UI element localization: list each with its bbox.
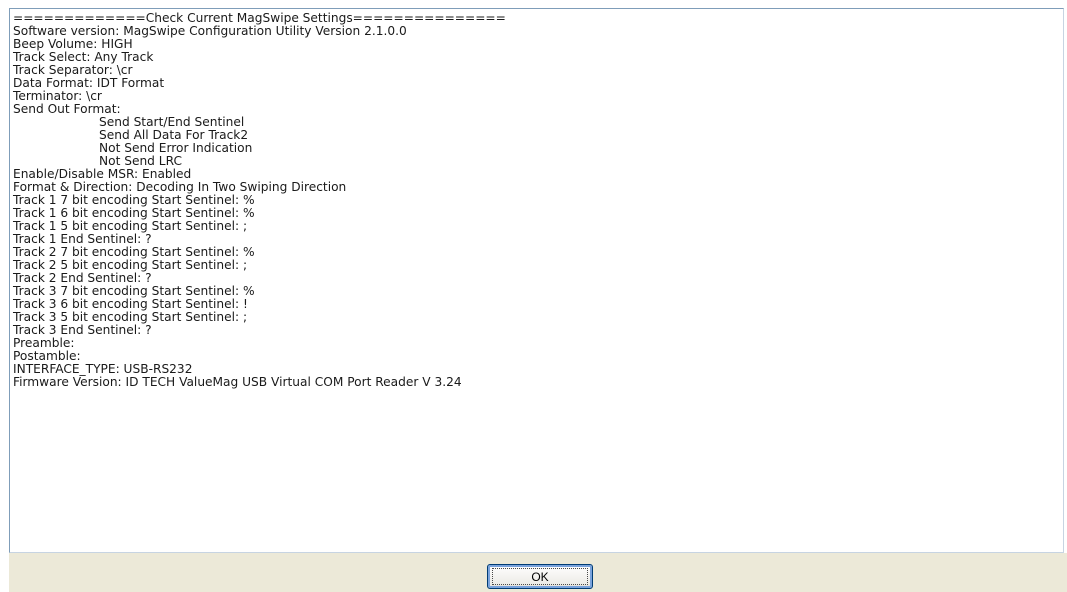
output-line: Firmware Version: ID TECH ValueMag USB V… [13, 375, 462, 389]
settings-dialog: =============Check Current MagSwipe Sett… [0, 0, 1067, 592]
output-line: Track Separator: \cr [13, 63, 133, 77]
ok-button[interactable]: OK [487, 564, 593, 589]
button-bar: OK [9, 553, 1067, 592]
output-line: Terminator: \cr [13, 89, 102, 103]
output-line: Software version: MagSwipe Configuration… [13, 24, 407, 38]
settings-output-textbox[interactable]: =============Check Current MagSwipe Sett… [9, 8, 1064, 553]
output-line: Track 1 5 bit encoding Start Sentinel: ; [13, 219, 248, 233]
output-line: Track 3 End Sentinel: ? [13, 323, 152, 337]
output-line: Preamble: [13, 336, 75, 350]
window-edge [0, 8, 9, 553]
output-line: Track 3 5 bit encoding Start Sentinel: ; [13, 310, 248, 324]
settings-output-lines: =============Check Current MagSwipe Sett… [10, 9, 1063, 389]
output-line: Track 2 5 bit encoding Start Sentinel: ; [13, 258, 248, 272]
output-line: Data Format: IDT Format [13, 76, 165, 90]
ok-button-label: OK [531, 569, 549, 584]
output-line: Beep Volume: HIGH [13, 37, 133, 51]
output-line: Track Select: Any Track [13, 50, 154, 64]
